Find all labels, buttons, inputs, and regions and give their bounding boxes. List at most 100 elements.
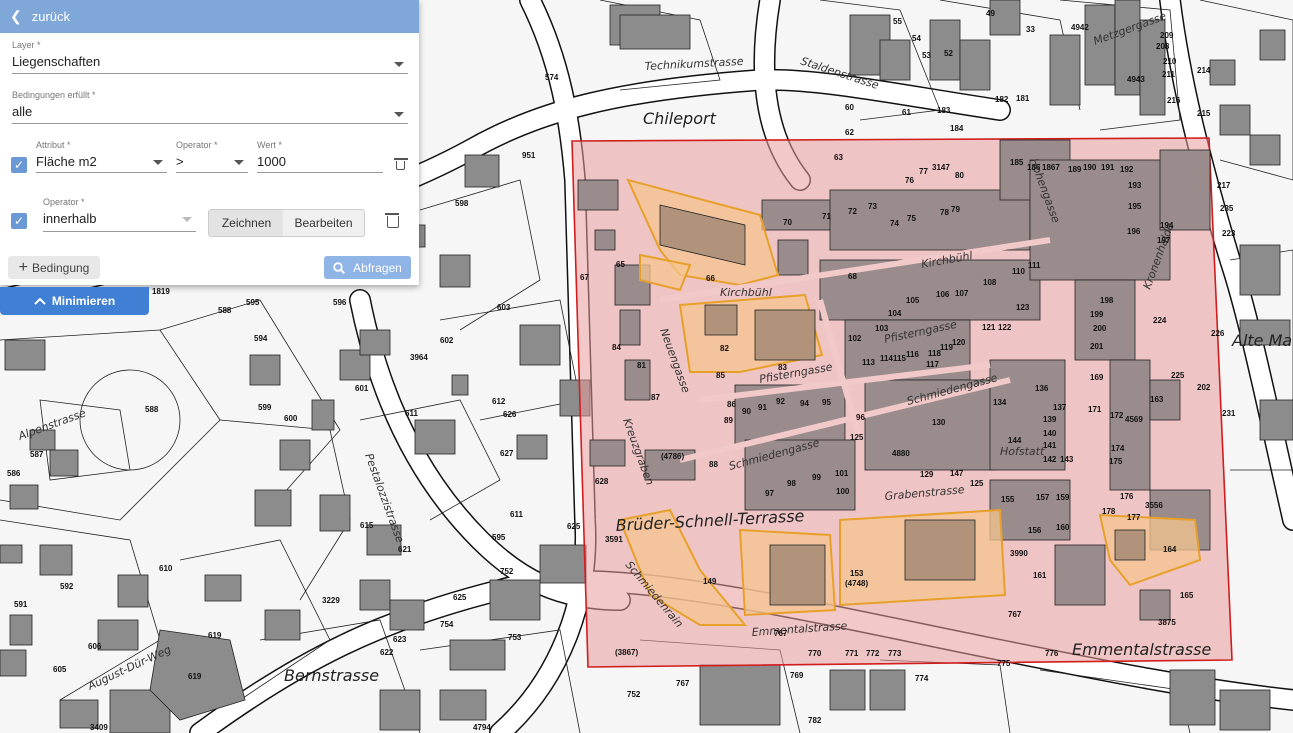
spatial-operator-value: innerhalb (43, 211, 97, 226)
svg-text:144: 144 (1008, 436, 1022, 445)
chevron-down-icon (394, 62, 404, 67)
svg-text:115: 115 (893, 354, 906, 363)
svg-text:623: 623 (393, 635, 407, 644)
svg-text:191: 191 (1101, 163, 1115, 172)
svg-text:4942: 4942 (1071, 23, 1089, 32)
condition-value: alle (12, 104, 33, 119)
svg-text:621: 621 (398, 545, 412, 554)
svg-text:103: 103 (875, 324, 889, 333)
svg-text:161: 161 (1033, 571, 1047, 580)
svg-text:49: 49 (986, 9, 995, 18)
svg-text:200: 200 (1093, 324, 1107, 333)
condition-select[interactable]: Bedingungen erfüllt * alle (12, 90, 408, 124)
svg-text:62: 62 (845, 128, 854, 137)
back-label: zurück (31, 9, 71, 24)
back-button[interactable]: ❮ zurück (0, 0, 419, 33)
svg-text:165: 165 (1180, 591, 1194, 600)
condition-label: Bedingungen erfüllt * (12, 90, 96, 100)
svg-text:3556: 3556 (1145, 501, 1163, 510)
svg-text:178: 178 (1102, 507, 1116, 516)
svg-text:125: 125 (850, 433, 864, 442)
svg-text:80: 80 (955, 171, 964, 180)
trash-icon[interactable] (394, 158, 408, 170)
svg-text:77: 77 (919, 167, 928, 176)
svg-text:100: 100 (836, 487, 850, 496)
svg-text:619: 619 (208, 631, 222, 640)
svg-text:120: 120 (952, 338, 966, 347)
svg-text:55: 55 (893, 17, 902, 26)
svg-text:197: 197 (1157, 236, 1171, 245)
svg-text:4943: 4943 (1127, 75, 1145, 84)
svg-text:595: 595 (246, 298, 260, 307)
minimize-button[interactable]: Minimieren (0, 287, 149, 315)
svg-text:196: 196 (1127, 227, 1141, 236)
svg-text:141: 141 (1043, 441, 1057, 450)
attribute-select[interactable]: Attribut * Fläche m2 (36, 140, 167, 173)
svg-text:63: 63 (834, 153, 843, 162)
svg-text:52: 52 (944, 49, 953, 58)
svg-text:774: 774 (915, 674, 929, 683)
svg-text:60: 60 (845, 103, 854, 112)
svg-text:625: 625 (453, 593, 467, 602)
svg-text:85: 85 (716, 371, 725, 380)
svg-text:622: 622 (380, 648, 394, 657)
svg-text:181: 181 (1016, 94, 1030, 103)
svg-text:592: 592 (60, 582, 74, 591)
chevron-down-icon (234, 160, 244, 165)
svg-text:(3867): (3867) (615, 648, 638, 657)
svg-text:782: 782 (808, 716, 822, 725)
spatial-condition-checkbox[interactable]: ✓ (11, 213, 27, 229)
svg-text:114: 114 (880, 354, 893, 363)
svg-text:54: 54 (912, 34, 921, 43)
svg-text:172: 172 (1110, 411, 1124, 420)
svg-text:189: 189 (1068, 165, 1082, 174)
svg-text:183: 183 (937, 106, 951, 115)
draw-button[interactable]: Zeichnen (208, 209, 285, 237)
svg-text:143: 143 (1060, 455, 1074, 464)
svg-text:139: 139 (1043, 415, 1057, 424)
svg-text:106: 106 (936, 290, 950, 299)
svg-text:190: 190 (1083, 163, 1097, 172)
svg-text:602: 602 (440, 336, 454, 345)
add-condition-button[interactable]: + Bedingung (8, 256, 100, 279)
trash-icon[interactable] (385, 213, 399, 228)
svg-text:(4748): (4748) (845, 579, 868, 588)
svg-text:627: 627 (500, 449, 514, 458)
plus-icon: + (18, 258, 28, 276)
query-button[interactable]: Abfragen (324, 256, 411, 279)
svg-text:753: 753 (508, 633, 522, 642)
svg-text:3990: 3990 (1010, 549, 1028, 558)
svg-text:76: 76 (905, 176, 914, 185)
svg-text:3875: 3875 (1158, 618, 1176, 627)
svg-text:117: 117 (926, 360, 939, 369)
attribute-label: Attribut * (36, 140, 71, 150)
svg-text:79: 79 (951, 205, 960, 214)
svg-text:107: 107 (955, 289, 969, 298)
svg-text:3964: 3964 (410, 353, 428, 362)
svg-text:574: 574 (545, 73, 559, 82)
svg-text:91: 91 (758, 403, 767, 412)
svg-text:(4786): (4786) (661, 452, 684, 461)
spatial-operator-select[interactable]: Operator * innerhalb (43, 197, 196, 232)
value-input[interactable]: Wert * 1000 (257, 140, 383, 173)
operator-select[interactable]: Operator * > (176, 140, 248, 173)
query-label: Abfragen (353, 260, 402, 275)
svg-text:776: 776 (1045, 649, 1059, 658)
svg-text:186: 186 (1027, 163, 1041, 172)
svg-text:66: 66 (706, 274, 715, 283)
street-label-chileport: Chileport (643, 109, 717, 128)
attribute-condition-checkbox[interactable]: ✓ (11, 157, 27, 173)
svg-text:97: 97 (765, 489, 774, 498)
svg-text:130: 130 (932, 418, 946, 427)
edit-button[interactable]: Bearbeiten (283, 209, 365, 237)
layer-select[interactable]: Layer * Liegenschaften (12, 40, 408, 74)
value-value: 1000 (257, 154, 286, 169)
svg-text:67: 67 (580, 273, 589, 282)
svg-text:149: 149 (703, 577, 717, 586)
attribute-value: Fläche m2 (36, 154, 97, 169)
svg-text:4880: 4880 (892, 449, 910, 458)
add-condition-label: Bedingung (31, 260, 90, 275)
svg-text:192: 192 (1120, 165, 1134, 174)
layer-value: Liegenschaften (12, 54, 101, 69)
svg-text:606: 606 (88, 642, 102, 651)
